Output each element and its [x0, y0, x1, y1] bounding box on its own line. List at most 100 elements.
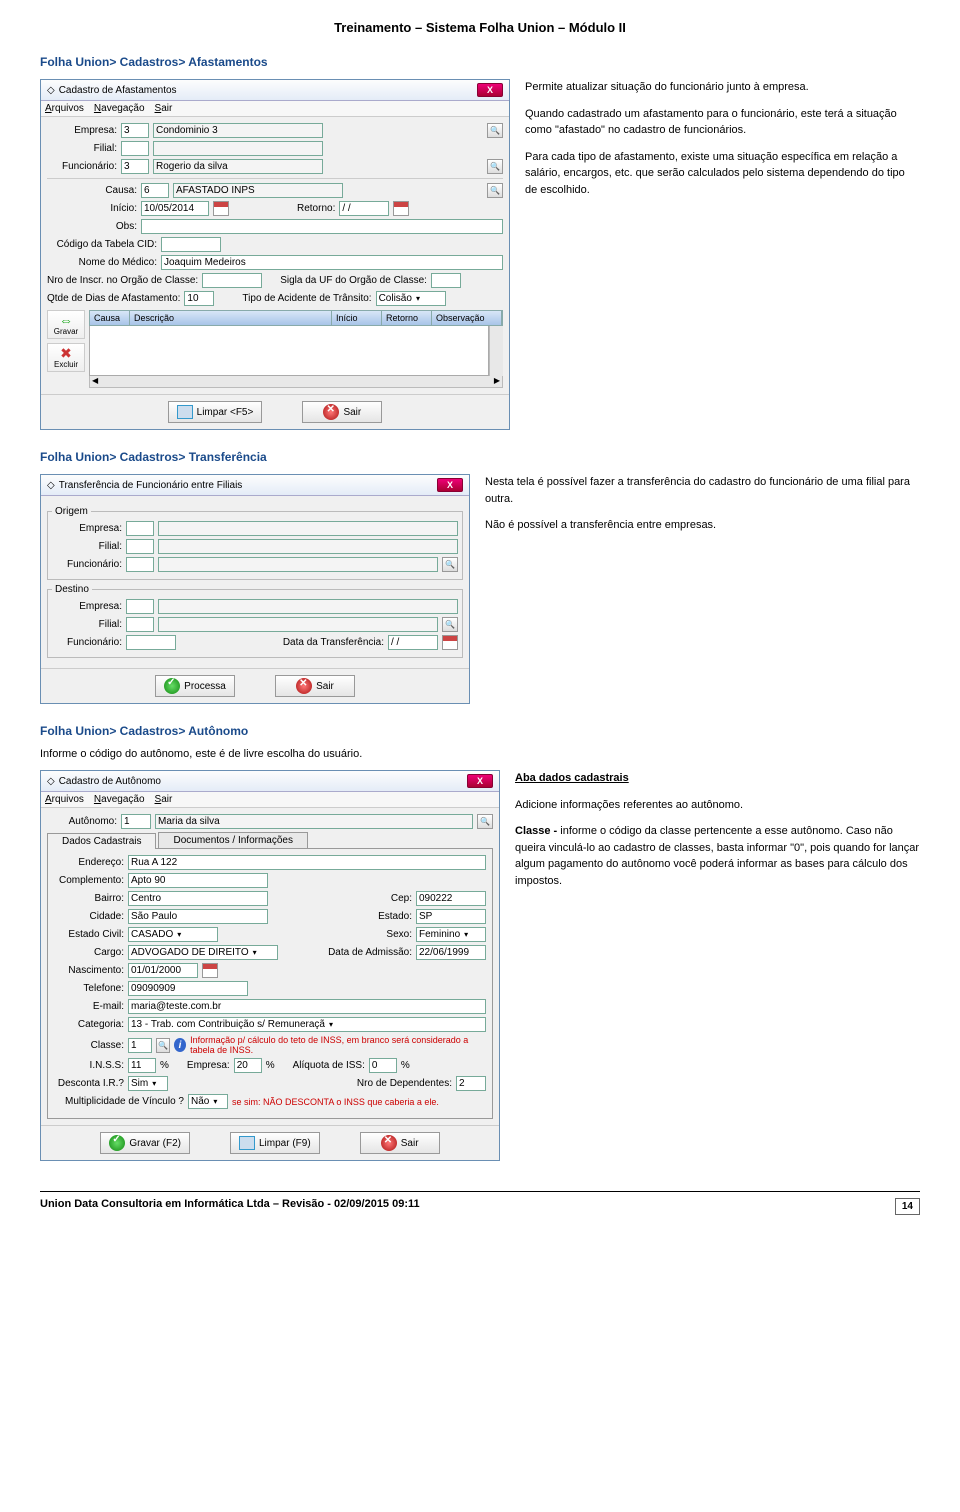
funcionario-input[interactable]	[121, 159, 149, 174]
tab-documentos[interactable]: Documentos / Informações	[158, 832, 308, 848]
search-icon[interactable]: 🔍	[442, 617, 458, 632]
menu-sair[interactable]: Sair	[155, 103, 173, 114]
sair-button[interactable]: Sair	[360, 1132, 440, 1154]
menu-navegacao[interactable]: Navegação	[94, 794, 145, 805]
grid-body[interactable]	[89, 326, 489, 376]
lbl-sexo: Sexo:	[386, 929, 412, 940]
scrollbar[interactable]	[489, 326, 503, 376]
causa-input[interactable]	[141, 183, 169, 198]
complemento-input[interactable]	[128, 873, 268, 888]
filial-input[interactable]	[121, 141, 149, 156]
lbl-nroinscr: Nro de Inscr. no Orgão de Classe:	[47, 275, 198, 286]
gravar-button[interactable]: ⇔Gravar	[47, 310, 85, 339]
close-icon[interactable]: X	[437, 478, 463, 492]
classe-input[interactable]	[128, 1038, 152, 1053]
email-input[interactable]	[128, 999, 486, 1014]
tab-dados[interactable]: Dados Cadastrais	[47, 833, 156, 849]
nroinscr-input[interactable]	[202, 273, 262, 288]
gravar-button[interactable]: Gravar (F2)	[100, 1132, 190, 1154]
lbl-email: E-mail:	[54, 1001, 124, 1012]
o-empresa-nome	[158, 521, 458, 536]
lbl-bairro: Bairro:	[54, 893, 124, 904]
search-icon[interactable]: 🔍	[477, 814, 493, 829]
calendar-icon[interactable]	[393, 201, 409, 216]
close-icon[interactable]: X	[467, 774, 493, 788]
menubar: Arquivos Navegação Sair	[41, 792, 499, 808]
empresa-input[interactable]	[121, 123, 149, 138]
nascimento-input[interactable]	[128, 963, 198, 978]
info-text: Informação p/ cálculo do teto de INSS, e…	[190, 1035, 486, 1055]
search-icon[interactable]: 🔍	[487, 159, 503, 174]
medico-input[interactable]	[161, 255, 503, 270]
estcivil-combo[interactable]: CASADO	[128, 927, 218, 942]
lbl-filial: Filial:	[52, 541, 122, 552]
lbl-funcionario: Funcionário:	[47, 161, 117, 172]
qtde-input[interactable]	[184, 291, 214, 306]
multvinc-combo[interactable]: Não	[188, 1094, 228, 1109]
cep-input[interactable]	[416, 891, 486, 906]
o-filial-input[interactable]	[126, 539, 154, 554]
sexo-combo[interactable]: Feminino	[416, 927, 486, 942]
tipoac-combo[interactable]: Colisão	[376, 291, 446, 306]
close-icon[interactable]: X	[477, 83, 503, 97]
search-icon[interactable]: 🔍	[442, 557, 458, 572]
lbl-nascimento: Nascimento:	[54, 965, 124, 976]
search-icon[interactable]: 🔍	[156, 1038, 170, 1053]
estado-input[interactable]	[416, 909, 486, 924]
lbl-funcionario: Funcionário:	[52, 559, 122, 570]
filial-nome	[153, 141, 323, 156]
menu-sair[interactable]: Sair	[155, 794, 173, 805]
lbl-causa: Causa:	[47, 185, 137, 196]
cid-input[interactable]	[161, 237, 221, 252]
lbl-cidade: Cidade:	[54, 911, 124, 922]
inss-input[interactable]	[128, 1058, 156, 1073]
search-icon[interactable]: 🔍	[487, 123, 503, 138]
lbl-classe: Classe:	[54, 1040, 124, 1051]
autonomo-input[interactable]	[121, 814, 151, 829]
cargo-combo[interactable]: ADVOGADO DE DIREITO	[128, 945, 278, 960]
section1-desc: Permite atualizar situação do funcionári…	[525, 79, 920, 208]
descir-combo[interactable]: Sim	[128, 1076, 168, 1091]
nrodep-input[interactable]	[456, 1076, 486, 1091]
causa-nome	[173, 183, 343, 198]
dataadm-input[interactable]	[416, 945, 486, 960]
bairro-input[interactable]	[128, 891, 268, 906]
aliqiss-input[interactable]	[369, 1058, 397, 1073]
o-empresa-input[interactable]	[126, 521, 154, 536]
lbl-data: Data da Transferência:	[283, 637, 384, 648]
d-empresa-input[interactable]	[126, 599, 154, 614]
inicio-input[interactable]	[141, 201, 209, 216]
funcionario-nome	[153, 159, 323, 174]
endereco-input[interactable]	[128, 855, 486, 870]
processa-button[interactable]: Processa	[155, 675, 235, 697]
excluir-button[interactable]: ✖Excluir	[47, 343, 85, 372]
telefone-input[interactable]	[128, 981, 248, 996]
sair-button[interactable]: Sair	[275, 675, 355, 697]
calendar-icon[interactable]	[213, 201, 229, 216]
menu-arquivos[interactable]: Arquivos	[45, 794, 84, 805]
calendar-icon[interactable]	[202, 963, 218, 978]
section2-title: Folha Union> Cadastros> Transferência	[40, 450, 920, 464]
sigla-input[interactable]	[431, 273, 461, 288]
d-func-input[interactable]	[126, 635, 176, 650]
h-scrollbar[interactable]: ◀▶	[89, 376, 503, 388]
empresapct-input[interactable]	[234, 1058, 262, 1073]
obs-input[interactable]	[141, 219, 503, 234]
o-func-input[interactable]	[126, 557, 154, 572]
d-filial-input[interactable]	[126, 617, 154, 632]
retorno-input[interactable]	[339, 201, 389, 216]
categoria-combo[interactable]: 13 - Trab. com Contribuição s/ Remuneraç…	[128, 1017, 486, 1032]
lbl-retorno: Retorno:	[297, 203, 335, 214]
menu-navegacao[interactable]: Navegação	[94, 103, 145, 114]
lbl-endereco: Endereço:	[54, 857, 124, 868]
sair-button[interactable]: Sair	[302, 401, 382, 423]
cidade-input[interactable]	[128, 909, 268, 924]
calendar-icon[interactable]	[442, 635, 458, 650]
search-icon[interactable]: 🔍	[487, 183, 503, 198]
page-number: 14	[895, 1198, 920, 1215]
data-input[interactable]	[388, 635, 438, 650]
menu-arquivos[interactable]: Arquivos	[45, 103, 84, 114]
window-title: Transferência de Funcionário entre Filia…	[59, 480, 433, 491]
limpar-button[interactable]: Limpar <F5>	[168, 401, 263, 423]
limpar-button[interactable]: Limpar (F9)	[230, 1132, 320, 1154]
